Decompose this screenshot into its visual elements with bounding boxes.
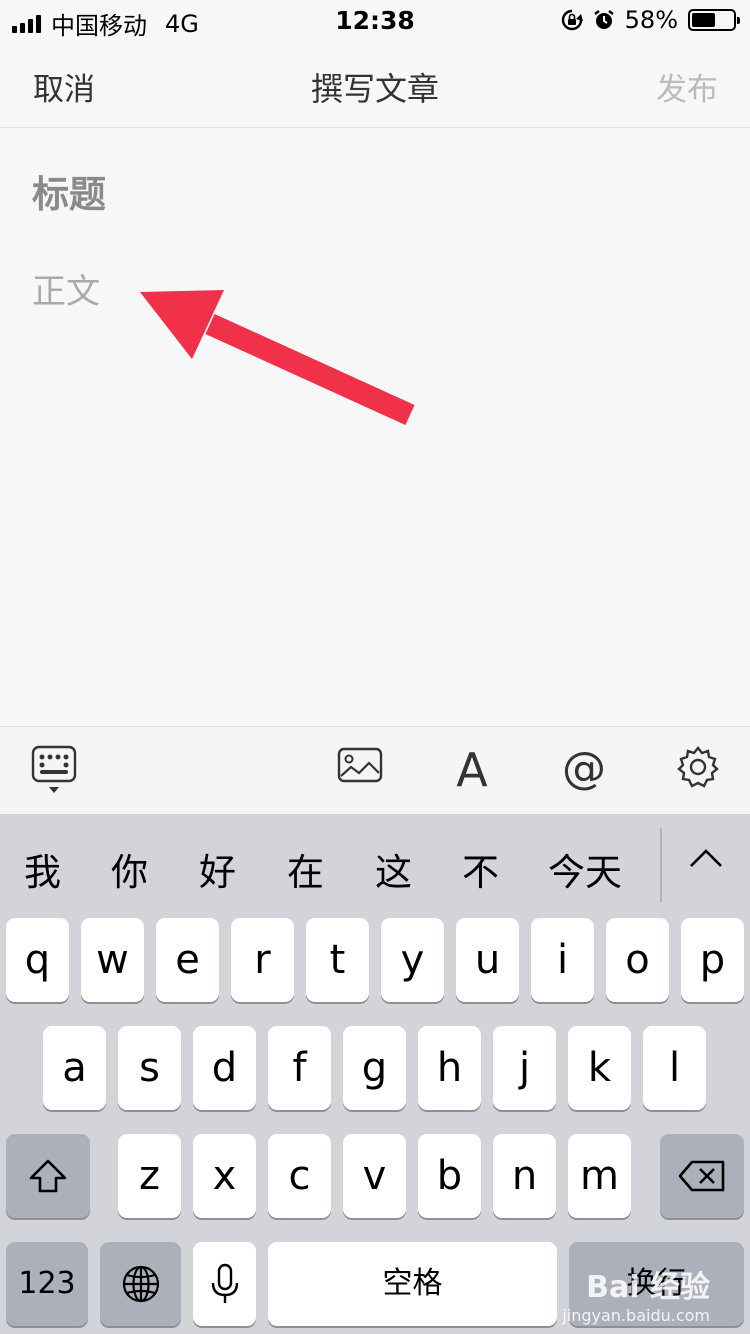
key-label: c	[288, 1153, 311, 1199]
key-label: b	[436, 1153, 463, 1199]
page-title: 撰写文章	[310, 70, 439, 108]
nav-bar: 取消 撰写文章 发布	[0, 40, 750, 128]
candidate-bar: 我 你 好 在 这 不 今天	[0, 814, 750, 910]
key-label: d	[211, 1045, 238, 1091]
candidate[interactable]: 不	[462, 842, 499, 896]
watermark-url: jingyan.baidu.com	[562, 1306, 710, 1325]
watermark-brand: Bai 经验	[586, 1270, 710, 1305]
key-label: r	[254, 937, 271, 983]
annotation-arrow	[140, 290, 415, 426]
key-c[interactable]: c	[268, 1134, 331, 1218]
key-x[interactable]: x	[193, 1134, 256, 1218]
key-label: x	[212, 1153, 237, 1199]
key-u[interactable]: u	[456, 918, 519, 1002]
key-label: e	[175, 937, 200, 983]
key-q[interactable]: q	[6, 918, 69, 1002]
key-label: q	[24, 937, 51, 983]
shift-icon	[29, 1159, 67, 1193]
candidate[interactable]: 你	[111, 842, 148, 896]
candidate[interactable]: 好	[199, 842, 236, 896]
key-label: 123	[18, 1266, 76, 1301]
key-s[interactable]: s	[118, 1026, 181, 1110]
key-e[interactable]: e	[156, 918, 219, 1002]
backspace-icon	[678, 1160, 725, 1192]
key-m[interactable]: m	[568, 1134, 631, 1218]
expand-candidates-icon[interactable]	[688, 846, 724, 874]
battery-percent: 58%	[624, 6, 678, 34]
key-y[interactable]: y	[381, 918, 444, 1002]
key-label: a	[62, 1045, 87, 1091]
key-label: z	[139, 1153, 160, 1199]
key-o[interactable]: o	[606, 918, 669, 1002]
space-key[interactable]: 空格	[268, 1242, 557, 1326]
globe-icon	[122, 1265, 159, 1303]
key-label: h	[436, 1045, 463, 1091]
key-label: v	[362, 1153, 387, 1199]
key-n[interactable]: n	[493, 1134, 556, 1218]
key-r[interactable]: r	[231, 918, 294, 1002]
key-k[interactable]: k	[568, 1026, 631, 1110]
key-label: 空格	[382, 1266, 443, 1301]
settings-gear-icon[interactable]	[674, 745, 722, 789]
format-toolbar: A @	[0, 726, 750, 814]
key-a[interactable]: a	[43, 1026, 106, 1110]
candidate[interactable]: 我	[24, 842, 61, 896]
keyboard-toggle-icon[interactable]	[30, 745, 78, 795]
key-label: o	[625, 937, 650, 983]
key-label: u	[474, 937, 501, 983]
publish-button[interactable]: 发布	[656, 64, 718, 109]
image-icon[interactable]	[336, 745, 384, 785]
text-format-icon[interactable]: A	[450, 743, 494, 797]
key-label: n	[511, 1153, 538, 1199]
candidate[interactable]: 在	[287, 842, 324, 896]
key-label: t	[329, 937, 346, 983]
key-p[interactable]: p	[681, 918, 744, 1002]
globe-key[interactable]	[100, 1242, 181, 1326]
battery-icon	[688, 9, 740, 31]
shift-key[interactable]	[6, 1134, 90, 1218]
at-mention-icon[interactable]: @	[560, 743, 608, 794]
candidate[interactable]: 这	[375, 842, 412, 896]
candidate[interactable]: 今天	[548, 842, 622, 896]
key-d[interactable]: d	[193, 1026, 256, 1110]
watermark: Bai 经验 jingyan.baidu.com	[562, 1262, 710, 1325]
key-g[interactable]: g	[343, 1026, 406, 1110]
rotation-lock-icon	[561, 9, 583, 31]
key-label: s	[139, 1045, 160, 1091]
microphone-key[interactable]	[193, 1242, 256, 1326]
key-label: p	[699, 937, 726, 983]
key-label: y	[400, 937, 425, 983]
key-i[interactable]: i	[531, 918, 594, 1002]
key-label: i	[556, 937, 569, 983]
key-label: g	[361, 1045, 388, 1091]
numbers-key[interactable]: 123	[6, 1242, 88, 1326]
key-label: f	[292, 1045, 307, 1091]
key-l[interactable]: l	[643, 1026, 706, 1110]
backspace-key[interactable]	[660, 1134, 744, 1218]
alarm-icon	[593, 10, 614, 29]
key-t[interactable]: t	[306, 918, 369, 1002]
key-v[interactable]: v	[343, 1134, 406, 1218]
key-label: j	[518, 1045, 531, 1091]
keyboard: 我 你 好 在 这 不 今天 q w e r t y u i o p a s d…	[0, 814, 750, 1334]
candidate-divider	[660, 828, 662, 902]
key-z[interactable]: z	[118, 1134, 181, 1218]
editor-area: 标题 正文	[0, 129, 750, 726]
key-h[interactable]: h	[418, 1026, 481, 1110]
key-b[interactable]: b	[418, 1134, 481, 1218]
microphone-icon	[211, 1263, 238, 1303]
status-right: 58%	[561, 6, 740, 34]
key-label: l	[668, 1045, 681, 1091]
key-w[interactable]: w	[81, 918, 144, 1002]
key-label: m	[580, 1153, 619, 1199]
key-label: w	[96, 937, 129, 983]
key-j[interactable]: j	[493, 1026, 556, 1110]
status-bar: 中国移动 4G 12:38 58%	[0, 0, 750, 40]
key-f[interactable]: f	[268, 1026, 331, 1110]
key-label: k	[587, 1045, 612, 1091]
